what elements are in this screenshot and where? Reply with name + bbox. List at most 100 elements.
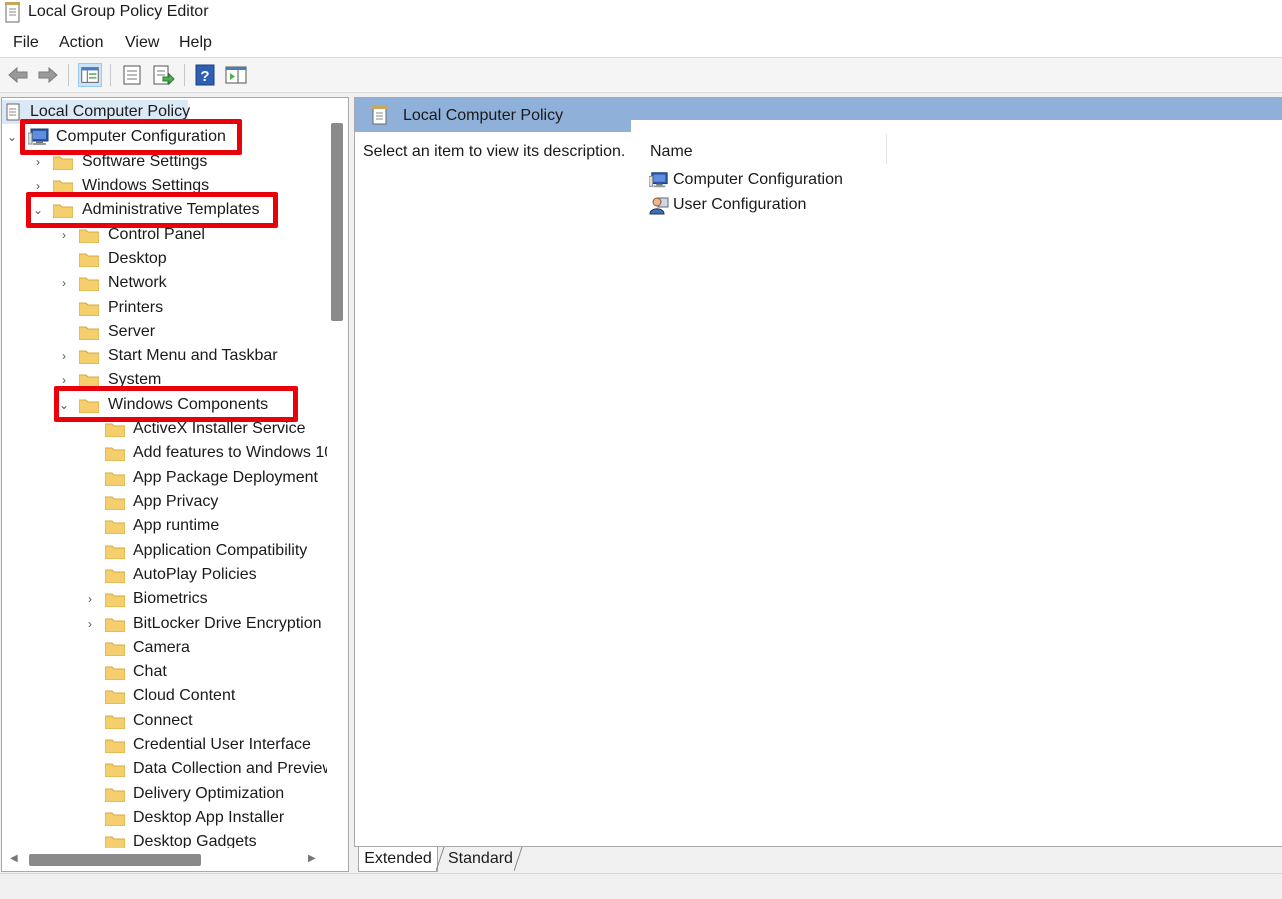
folder-icon bbox=[105, 520, 125, 534]
folder-icon bbox=[105, 593, 125, 607]
highlight-box-windows-components bbox=[54, 386, 298, 422]
properties-icon[interactable] bbox=[120, 63, 144, 87]
tree-item-label: Desktop App Installer bbox=[133, 809, 285, 826]
folder-icon bbox=[105, 739, 125, 753]
scrollbar-thumb[interactable] bbox=[331, 123, 343, 321]
tree-item-credential-user-interface[interactable]: Credential User Interface bbox=[2, 733, 327, 757]
view-tabs: Extended Standard bbox=[354, 847, 1282, 873]
tree-item-application-compatibility[interactable]: Application Compatibility bbox=[2, 539, 327, 563]
list-item-label: Computer Configuration bbox=[673, 171, 843, 188]
toolbar-separator bbox=[110, 64, 111, 86]
folder-icon bbox=[105, 618, 125, 632]
tree-item-app-runtime[interactable]: App runtime bbox=[2, 514, 327, 538]
export-list-icon[interactable] bbox=[151, 63, 175, 87]
help-icon[interactable]: ? bbox=[193, 63, 217, 87]
tree-item-biometrics[interactable]: › Biometrics bbox=[2, 587, 327, 611]
back-icon[interactable] bbox=[6, 63, 30, 87]
folder-icon bbox=[105, 812, 125, 826]
chevron-right-icon[interactable]: › bbox=[58, 344, 70, 368]
tab-standard[interactable]: Standard bbox=[448, 847, 520, 871]
tree-vertical-scrollbar[interactable] bbox=[328, 98, 348, 848]
forward-icon[interactable] bbox=[36, 63, 60, 87]
details-pane: Local Computer Policy Select an item to … bbox=[354, 97, 1282, 847]
window-title: Local Group Policy Editor bbox=[28, 3, 209, 20]
tab-label: Extended bbox=[364, 850, 432, 867]
tree-item-printers[interactable]: Printers bbox=[2, 296, 322, 320]
tree-item-autoplay-policies[interactable]: AutoPlay Policies bbox=[2, 563, 327, 587]
tree-item-bitlocker[interactable]: › BitLocker Drive Encryption bbox=[2, 612, 327, 636]
tree-horizontal-scrollbar[interactable]: ◀ ▶ bbox=[2, 848, 328, 870]
tree-item-delivery-optimization[interactable]: Delivery Optimization bbox=[2, 782, 327, 806]
folder-icon bbox=[105, 666, 125, 680]
tree-item-start-menu-and-taskbar[interactable]: › Start Menu and Taskbar bbox=[2, 344, 322, 368]
menu-file[interactable]: File bbox=[13, 34, 39, 52]
folder-icon bbox=[105, 496, 125, 510]
toolbar: ? bbox=[0, 58, 1282, 93]
user-icon bbox=[649, 197, 669, 215]
tree-item-label: Start Menu and Taskbar bbox=[108, 347, 278, 364]
details-header-strip bbox=[631, 98, 1282, 120]
folder-icon bbox=[105, 642, 125, 656]
column-divider[interactable] bbox=[886, 134, 887, 164]
show-action-pane-icon[interactable] bbox=[224, 63, 248, 87]
chevron-down-icon[interactable]: ⌄ bbox=[6, 125, 18, 149]
policy-document-icon bbox=[6, 103, 20, 121]
tree-item-label: Server bbox=[108, 323, 156, 340]
tree-item-data-collection[interactable]: Data Collection and Preview Builds bbox=[2, 757, 327, 781]
chevron-right-icon[interactable]: › bbox=[84, 587, 96, 611]
tree-item-app-privacy[interactable]: App Privacy bbox=[2, 490, 327, 514]
tree-item-app-package-deployment[interactable]: App Package Deployment bbox=[2, 466, 327, 490]
tree-item-label: Camera bbox=[133, 639, 190, 656]
menu-help[interactable]: Help bbox=[179, 34, 212, 52]
menu-view[interactable]: View bbox=[125, 34, 159, 52]
tab-slant bbox=[436, 847, 445, 871]
tree-item-chat[interactable]: Chat bbox=[2, 660, 327, 684]
tree-item-label: App Privacy bbox=[133, 493, 219, 510]
folder-icon bbox=[105, 472, 125, 486]
tab-extended[interactable]: Extended bbox=[358, 847, 438, 872]
tree-item-label: App runtime bbox=[133, 517, 220, 534]
tree-item-label: Network bbox=[108, 274, 167, 291]
folder-icon bbox=[79, 229, 99, 243]
menu-bar: File Action View Help bbox=[0, 27, 1282, 58]
chevron-right-icon[interactable]: › bbox=[58, 271, 70, 295]
folder-icon bbox=[79, 302, 99, 316]
folder-icon bbox=[79, 253, 99, 267]
column-header-name[interactable]: Name bbox=[650, 143, 693, 161]
tree-item-label: AutoPlay Policies bbox=[133, 566, 257, 583]
tree-item-desktop-app-installer[interactable]: Desktop App Installer bbox=[2, 806, 327, 830]
tree-item-label: Application Compatibility bbox=[133, 542, 308, 559]
tree-item-network[interactable]: › Network bbox=[2, 271, 322, 295]
tree-item-camera[interactable]: Camera bbox=[2, 636, 327, 660]
scroll-left-icon[interactable]: ◀ bbox=[10, 853, 18, 864]
tree-item-label: Credential User Interface bbox=[133, 736, 311, 753]
tree-item-server[interactable]: Server bbox=[2, 320, 322, 344]
tree-item-label: Connect bbox=[133, 712, 193, 729]
description-text: Select an item to view its description. bbox=[363, 143, 626, 160]
tree-item-connect[interactable]: Connect bbox=[2, 709, 327, 733]
tree-item-label: Desktop bbox=[108, 250, 167, 267]
policy-document-icon bbox=[5, 2, 20, 23]
tab-slant bbox=[514, 847, 523, 871]
tree-item-cloud-content[interactable]: Cloud Content bbox=[2, 684, 327, 708]
details-header-curve bbox=[631, 120, 1282, 132]
folder-icon bbox=[105, 569, 125, 583]
scroll-right-icon[interactable]: ▶ bbox=[308, 853, 316, 864]
details-title: Local Computer Policy bbox=[403, 107, 564, 124]
toolbar-separator bbox=[68, 64, 69, 86]
show-hide-tree-icon[interactable] bbox=[78, 63, 102, 87]
tree-item-label: Delivery Optimization bbox=[133, 785, 285, 802]
chevron-right-icon[interactable]: › bbox=[84, 612, 96, 636]
menu-action[interactable]: Action bbox=[59, 34, 103, 52]
tree-item-label: Add features to Windows 10 bbox=[133, 444, 327, 461]
status-bar bbox=[0, 873, 1282, 899]
highlight-box-computer-configuration bbox=[20, 119, 242, 155]
folder-icon bbox=[105, 447, 125, 461]
tree-item-label: App Package Deployment bbox=[133, 469, 318, 486]
folder-icon bbox=[79, 277, 99, 291]
tree-item-add-features[interactable]: Add features to Windows 10 bbox=[2, 441, 327, 465]
scrollbar-thumb[interactable] bbox=[29, 854, 201, 866]
computer-icon bbox=[649, 172, 668, 188]
console-tree[interactable]: Local Computer Policy ⌄ Computer Configu… bbox=[1, 97, 349, 872]
tree-item-desktop[interactable]: Desktop bbox=[2, 247, 322, 271]
